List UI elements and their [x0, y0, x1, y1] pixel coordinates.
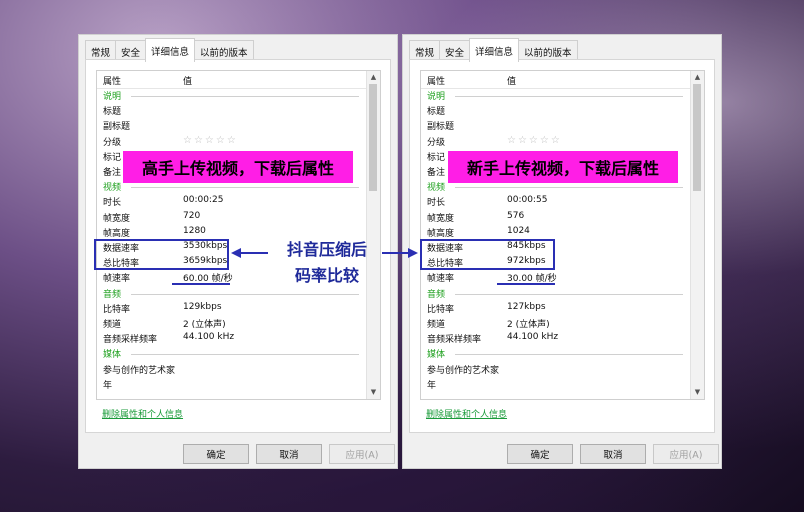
tab-details[interactable]: 详细信息 — [469, 38, 520, 62]
annotation-line-1: 抖音压缩后 — [286, 240, 367, 259]
comparison-arrows — [231, 248, 418, 258]
arrow-icon — [231, 248, 268, 258]
annotation-line-2: 码率比较 — [294, 266, 359, 285]
arrow-icon — [382, 248, 418, 258]
tab-details[interactable]: 详细信息 — [145, 38, 196, 62]
